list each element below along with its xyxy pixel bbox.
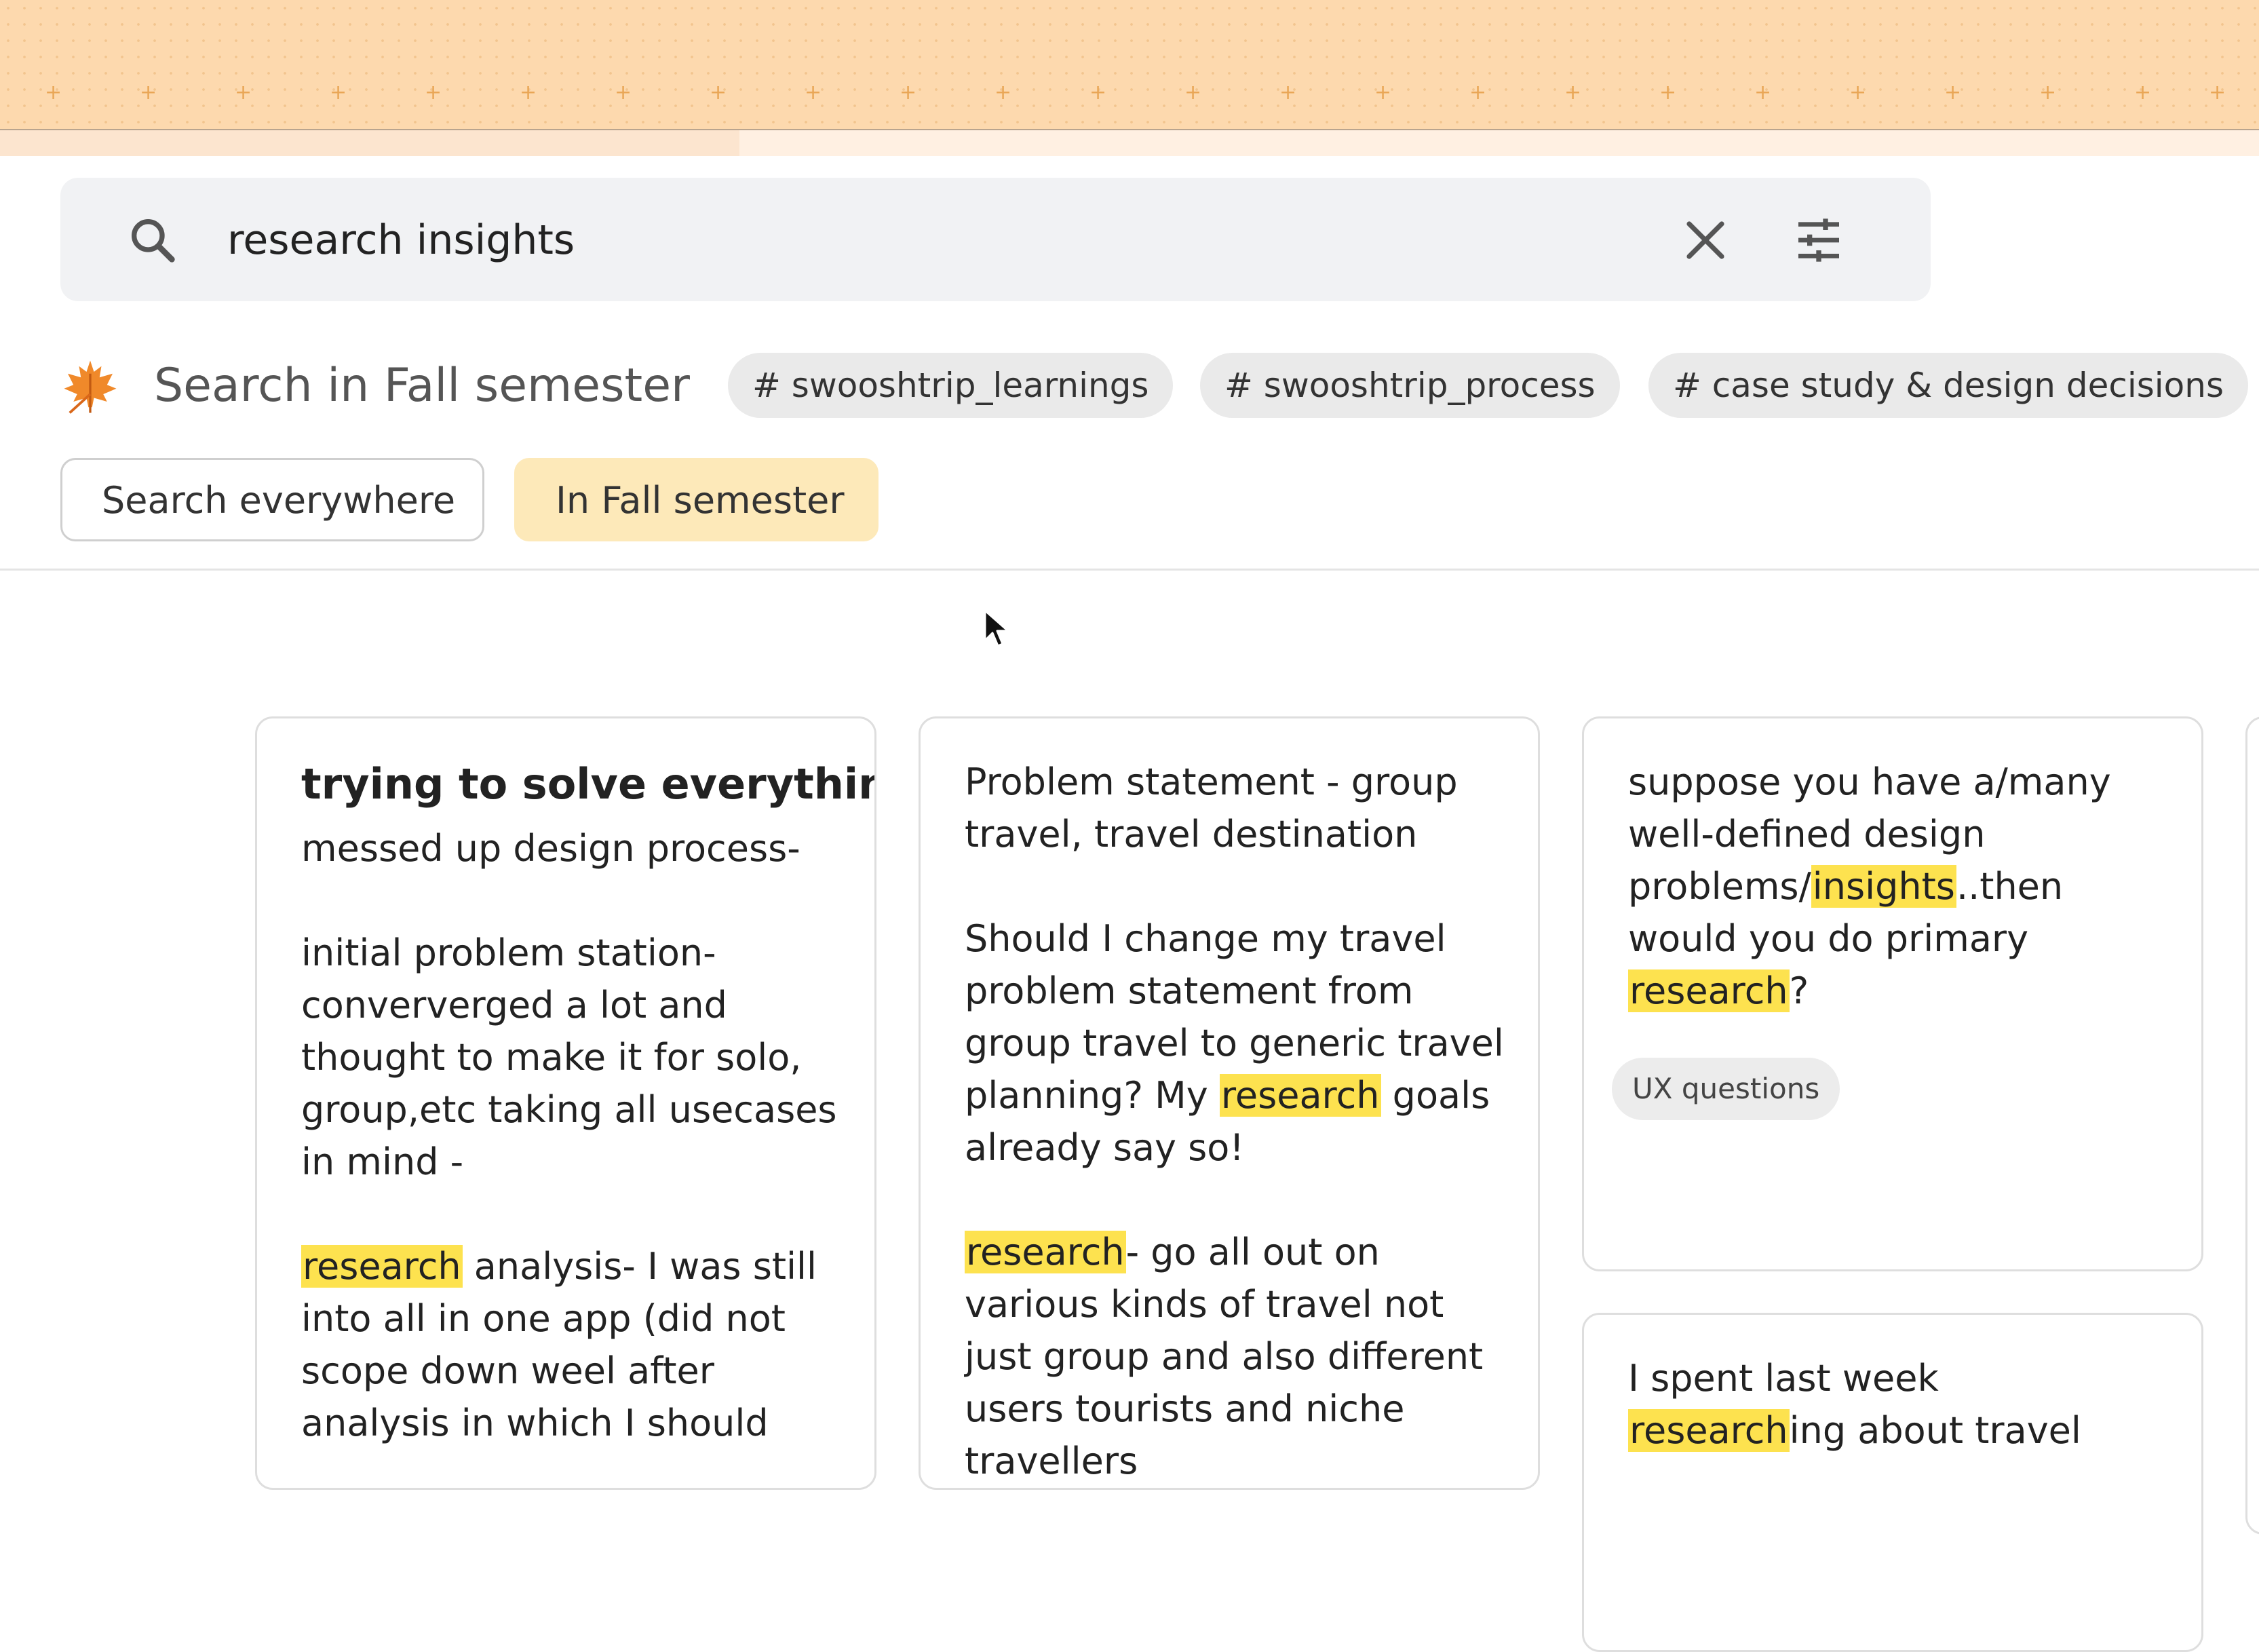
note-card[interactable]: Problem statement - group travel, travel… xyxy=(919,716,1540,1490)
card-text-span: I spent last week xyxy=(1628,1357,1939,1400)
search-highlight: insights xyxy=(1811,865,1956,908)
card-title: trying to solve everything xyxy=(301,759,876,809)
card-text: research- go all out on various kinds of… xyxy=(965,1226,1511,1487)
search-everywhere-button[interactable]: Search everywhere xyxy=(60,458,484,541)
card-text: research analysis- I was still into all … xyxy=(301,1240,847,1449)
banner-plus-decoration: + xyxy=(1659,81,1677,104)
banner-plus-decoration: + xyxy=(995,81,1012,104)
banner-plus-decoration: + xyxy=(1089,81,1107,104)
banner-plus-decoration: + xyxy=(1944,81,1962,104)
mouse-cursor-icon xyxy=(984,609,1009,647)
search-icon xyxy=(132,219,175,263)
search-highlight: research xyxy=(1628,969,1790,1012)
card-text: I spent last week researching about trav… xyxy=(1628,1352,2174,1457)
search-scope-row: Search in Fall semester # swooshtrip_lea… xyxy=(60,353,2259,418)
card-text: suppose you have a/many well-defined des… xyxy=(1628,756,2174,1017)
banner-plus-decoration: + xyxy=(900,81,917,104)
tag-chip-case-study[interactable]: # case study & design decisions xyxy=(1648,353,2248,418)
card-text: initial problem station- conververged a … xyxy=(301,931,837,1183)
banner-plus-decoration: + xyxy=(805,81,822,104)
banner-plus-decoration: + xyxy=(140,81,157,104)
search-input[interactable] xyxy=(226,202,1653,278)
search-highlight: research xyxy=(301,1245,463,1288)
tag-chip-swooshtrip-process[interactable]: # swooshtrip_process xyxy=(1200,353,1620,418)
banner-plus-decoration: + xyxy=(1849,81,1867,104)
banner-plus-decoration: + xyxy=(1184,81,1202,104)
card-text: Problem statement - group travel, travel… xyxy=(965,761,1458,856)
banner-plus-decoration: + xyxy=(425,81,442,104)
banner-plus-decoration: + xyxy=(330,81,347,104)
banner-plus-decoration: + xyxy=(615,81,632,104)
in-fall-semester-button[interactable]: In Fall semester xyxy=(514,458,878,541)
maple-leaf-icon xyxy=(64,360,117,414)
card-tag-chip[interactable]: UX questions xyxy=(1612,1058,1840,1120)
tag-chip-swooshtrip-learnings[interactable]: # swooshtrip_learnings xyxy=(728,353,1174,418)
search-highlight: research xyxy=(1628,1409,1790,1452)
banner-plus-decoration: + xyxy=(2039,81,2057,104)
search-highlight: research xyxy=(965,1231,1126,1273)
banner-plus-decoration: + xyxy=(1279,81,1297,104)
banner-plus-decoration: + xyxy=(2134,81,2152,104)
banner-plus-decoration: + xyxy=(45,81,62,104)
scope-title: Search in Fall semester xyxy=(154,359,691,412)
banner-plus-decoration: + xyxy=(235,81,252,104)
banner-plus-decoration: + xyxy=(1469,81,1487,104)
filter-sliders-icon[interactable] xyxy=(1792,213,1846,267)
search-bar xyxy=(60,178,1931,301)
card-text-span: ing about travel xyxy=(1789,1409,2081,1452)
banner-plus-decoration: + xyxy=(1564,81,1582,104)
banner-plus-decoration: + xyxy=(2209,81,2226,104)
note-card[interactable]: I spent last week researching about trav… xyxy=(1582,1313,2203,1652)
card-text: Should I change my travel problem statem… xyxy=(965,913,1511,1174)
banner-plus-decoration: + xyxy=(520,81,537,104)
banner-strip-accent xyxy=(0,130,739,156)
banner-plus-decoration: + xyxy=(1374,81,1392,104)
banner-plus-decoration: + xyxy=(710,81,727,104)
card-text-span: ? xyxy=(1789,969,1809,1012)
clear-icon[interactable] xyxy=(1681,216,1730,265)
divider xyxy=(0,569,2259,571)
note-card[interactable]: trying to solve everything messed up des… xyxy=(255,716,876,1490)
note-card-peek[interactable] xyxy=(2245,716,2259,1535)
search-highlight: research xyxy=(1219,1074,1381,1117)
card-text: messed up design process- xyxy=(301,827,800,870)
header-banner: + + + + + + + + + + + + + + + + + + + + … xyxy=(0,0,2259,130)
note-card[interactable]: suppose you have a/many well-defined des… xyxy=(1582,716,2203,1271)
banner-plus-decoration: + xyxy=(1754,81,1772,104)
